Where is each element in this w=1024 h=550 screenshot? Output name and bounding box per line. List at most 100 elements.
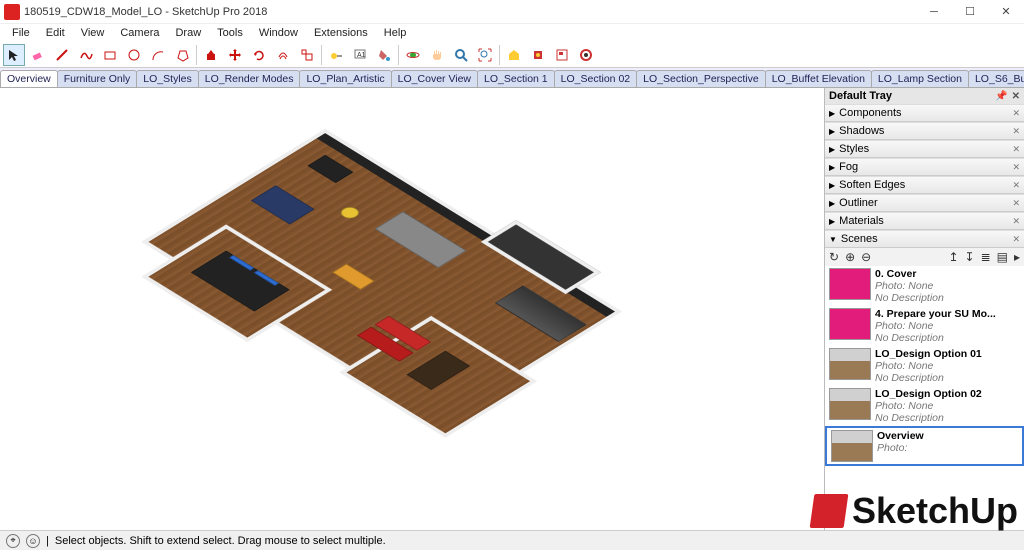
menu-help[interactable]: Help <box>376 25 415 41</box>
geolocation-icon[interactable]: ⌖ <box>6 534 20 548</box>
tray-panel-shadows[interactable]: ▶Shadows✕ <box>825 122 1024 140</box>
arc-tool[interactable] <box>147 44 169 66</box>
pushpull-tool[interactable] <box>200 44 222 66</box>
scene-remove-icon[interactable]: ⊖ <box>861 250 871 264</box>
credits-icon[interactable]: ☺ <box>26 534 40 548</box>
tray-pin-icon[interactable]: 📌 <box>995 91 1007 102</box>
scene-view-list-icon[interactable]: ≣ <box>981 250 991 264</box>
scene-list-item[interactable]: 4. Prepare your SU Mo...Photo: NoneNo De… <box>825 306 1024 346</box>
circle-tool[interactable] <box>123 44 145 66</box>
statusbar: ⌖ ☺ | Select objects. Shift to extend se… <box>0 530 1024 550</box>
minimize-button[interactable]: ─ <box>916 0 952 24</box>
line-tool[interactable] <box>51 44 73 66</box>
scene-list-item[interactable]: LO_Design Option 02Photo: NoneNo Descrip… <box>825 386 1024 426</box>
scene-list-item[interactable]: OverviewPhoto: <box>825 426 1024 466</box>
panel-close-icon[interactable]: ✕ <box>1012 198 1020 209</box>
scenes-toolbar: ↻ ⊕ ⊖ ↥ ↧ ≣ ▤ ▸ <box>825 248 1024 266</box>
panel-close-icon[interactable]: ✕ <box>1012 162 1020 173</box>
scene-tab[interactable]: LO_Render Modes <box>198 70 301 87</box>
panel-label: Styles <box>839 143 1012 155</box>
move-tool[interactable] <box>224 44 246 66</box>
tray-panel-materials[interactable]: ▶ Materials✕ <box>825 212 1024 230</box>
panel-close-icon[interactable]: ✕ <box>1012 216 1020 227</box>
pan-tool[interactable] <box>426 44 448 66</box>
scene-update-icon[interactable]: ↻ <box>829 250 839 264</box>
main-toolbar: A1 <box>0 42 1024 68</box>
scene-tab[interactable]: LO_Section 1 <box>477 70 555 87</box>
select-tool[interactable] <box>3 44 25 66</box>
panel-label: Outliner <box>839 197 1012 209</box>
zoom-extents-tool[interactable] <box>474 44 496 66</box>
panel-close-icon[interactable]: ✕ <box>1012 180 1020 191</box>
menu-draw[interactable]: Draw <box>167 25 209 41</box>
maximize-button[interactable]: ☐ <box>952 0 988 24</box>
tray-panel-soften-edges[interactable]: ▶Soften Edges✕ <box>825 176 1024 194</box>
scene-tabs: OverviewFurniture OnlyLO_StylesLO_Render… <box>0 68 1024 88</box>
scene-menu-icon[interactable]: ▸ <box>1014 250 1020 264</box>
extension-warehouse-tool[interactable] <box>527 44 549 66</box>
freehand-tool[interactable] <box>75 44 97 66</box>
paint-tool[interactable] <box>373 44 395 66</box>
scene-tab[interactable]: LO_Section_Perspective <box>636 70 766 87</box>
menu-tools[interactable]: Tools <box>209 25 251 41</box>
menu-camera[interactable]: Camera <box>112 25 167 41</box>
eraser-tool[interactable] <box>27 44 49 66</box>
tray-panel-outliner[interactable]: ▶Outliner✕ <box>825 194 1024 212</box>
tray-panel-fog[interactable]: ▶Fog✕ <box>825 158 1024 176</box>
scene-item-text: 0. CoverPhoto: NoneNo Description <box>875 268 944 304</box>
layout-tool[interactable] <box>551 44 573 66</box>
tray-close-icon[interactable]: ✕ <box>1012 91 1020 102</box>
panel-close-icon[interactable]: ✕ <box>1012 108 1020 119</box>
scene-movedown-icon[interactable]: ↧ <box>965 250 975 264</box>
menu-view[interactable]: View <box>73 25 113 41</box>
scene-tab[interactable]: LO_Cover View <box>391 70 478 87</box>
rotate-tool[interactable] <box>248 44 270 66</box>
tray-panel-components[interactable]: ▶Components✕ <box>825 104 1024 122</box>
menu-extensions[interactable]: Extensions <box>306 25 376 41</box>
scene-tab[interactable]: LO_Section 02 <box>554 70 637 87</box>
scene-tab[interactable]: LO_Lamp Section <box>871 70 969 87</box>
scene-list-item[interactable]: 0. CoverPhoto: NoneNo Description <box>825 266 1024 306</box>
scene-view-details-icon[interactable]: ▤ <box>997 250 1008 264</box>
scene-thumbnail <box>831 430 873 462</box>
scene-moveup-icon[interactable]: ↥ <box>948 250 958 264</box>
disclosure-icon: ▼ <box>829 235 837 244</box>
menu-window[interactable]: Window <box>251 25 306 41</box>
warehouse-tool[interactable] <box>503 44 525 66</box>
scene-item-text: LO_Design Option 02Photo: NoneNo Descrip… <box>875 388 982 424</box>
scene-item-text: 4. Prepare your SU Mo...Photo: NoneNo De… <box>875 308 996 344</box>
close-button[interactable]: ✕ <box>988 0 1024 24</box>
orbit-tool[interactable] <box>402 44 424 66</box>
tray-panel-scenes[interactable]: ▼Scenes✕ <box>825 230 1024 248</box>
panel-close-icon[interactable]: ✕ <box>1012 126 1020 137</box>
offset-tool[interactable] <box>272 44 294 66</box>
menu-edit[interactable]: Edit <box>38 25 73 41</box>
disclosure-icon: ▶ <box>829 145 835 154</box>
default-tray: Default Tray 📌✕ ▶Components✕▶Shadows✕▶St… <box>824 88 1024 530</box>
scene-add-icon[interactable]: ⊕ <box>845 250 855 264</box>
zoom-tool[interactable] <box>450 44 472 66</box>
rectangle-tool[interactable] <box>99 44 121 66</box>
panel-close-icon[interactable]: ✕ <box>1012 234 1020 245</box>
scene-tab[interactable]: LO_Styles <box>136 70 198 87</box>
scene-thumbnail <box>829 268 871 300</box>
panel-close-icon[interactable]: ✕ <box>1012 144 1020 155</box>
scale-tool[interactable] <box>296 44 318 66</box>
tape-tool[interactable] <box>325 44 347 66</box>
window-title: 180519_CDW18_Model_LO - SketchUp Pro 201… <box>24 6 916 18</box>
model-viewport[interactable] <box>0 88 824 530</box>
extension-manager-tool[interactable] <box>575 44 597 66</box>
scene-list-item[interactable]: LO_Design Option 01Photo: NoneNo Descrip… <box>825 346 1024 386</box>
disclosure-icon: ▶ <box>829 181 835 190</box>
scene-item-text: OverviewPhoto: <box>877 430 924 454</box>
disclosure-icon: ▶ <box>829 217 835 226</box>
scene-tab[interactable]: LO_Buffet Elevation <box>765 70 872 87</box>
scene-tab[interactable]: Furniture Only <box>57 70 138 87</box>
panel-label: Materials <box>839 215 1012 227</box>
tray-panel-styles[interactable]: ▶ Styles✕ <box>825 140 1024 158</box>
scene-tab[interactable]: Overview <box>0 70 58 87</box>
scene-tab[interactable]: LO_S6_Buffet Elevation <box>968 70 1024 87</box>
polygon-tool[interactable] <box>171 44 193 66</box>
menu-file[interactable]: File <box>4 25 38 41</box>
text-tool[interactable]: A1 <box>349 44 371 66</box>
